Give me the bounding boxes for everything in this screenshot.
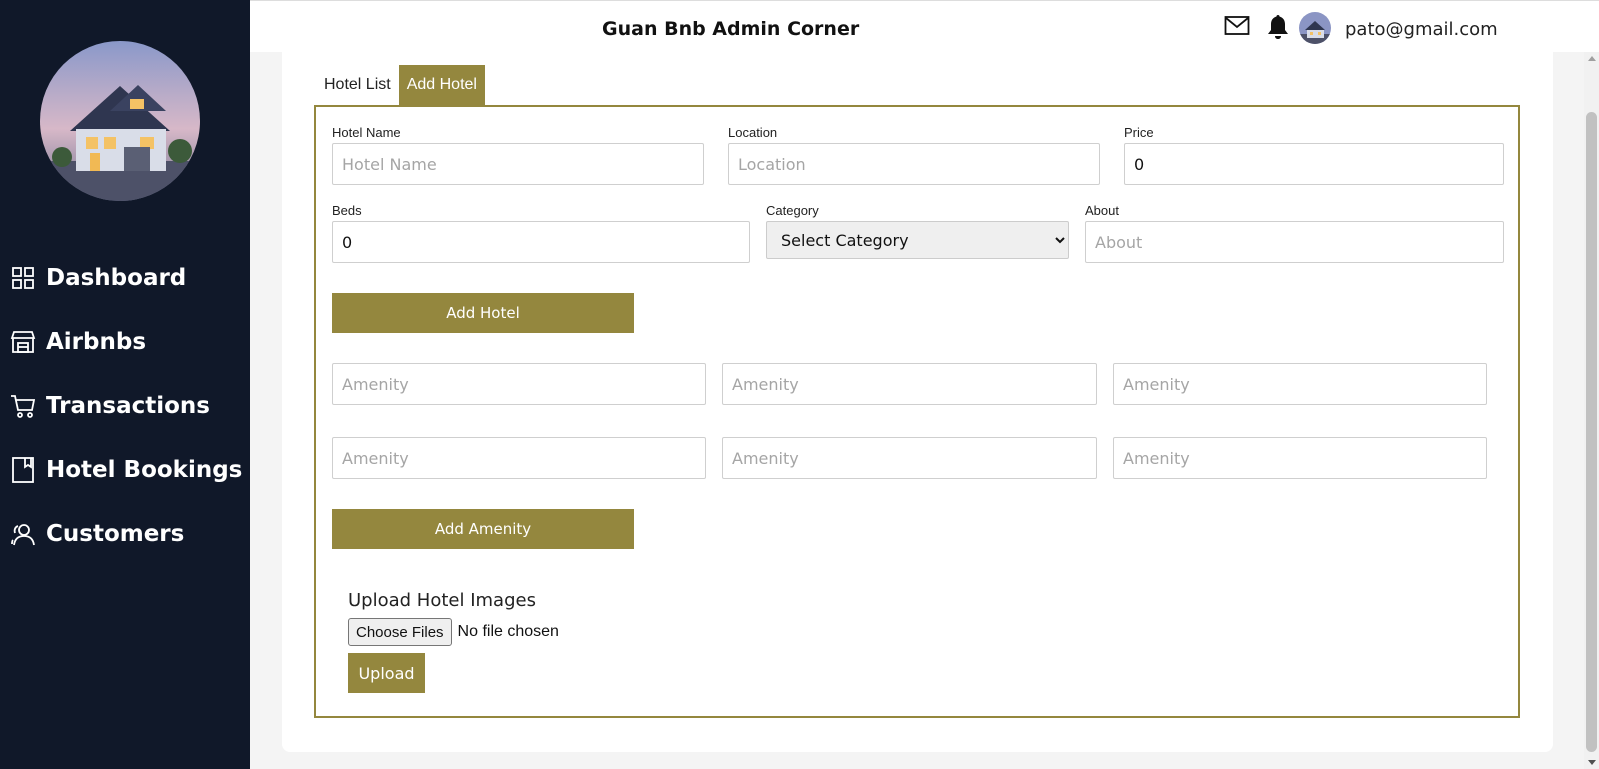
category-label: Category bbox=[766, 203, 819, 218]
sidebar-item-hotel-bookings[interactable]: Hotel Bookings bbox=[0, 438, 250, 502]
location-field: Location bbox=[728, 125, 1100, 185]
hotel-name-label: Hotel Name bbox=[332, 125, 401, 140]
sidebar-item-customers[interactable]: Customers bbox=[0, 502, 250, 566]
main-panel: Hotel List Add Hotel Hotel Name Location… bbox=[282, 52, 1553, 752]
location-label: Location bbox=[728, 125, 778, 140]
amenity-input[interactable] bbox=[1113, 363, 1487, 405]
tab-bar: Hotel List Add Hotel bbox=[316, 65, 485, 105]
add-amenity-button[interactable]: Add Amenity bbox=[332, 509, 634, 549]
file-picker: Choose Files No file chosen bbox=[348, 618, 559, 646]
sidebar-item-transactions[interactable]: Transactions bbox=[0, 374, 250, 438]
user-email[interactable]: pato@gmail.com bbox=[1345, 19, 1498, 40]
cart-icon bbox=[10, 393, 36, 419]
upload-button[interactable]: Upload bbox=[348, 653, 425, 693]
beds-label: Beds bbox=[332, 203, 362, 218]
sidebar-item-dashboard[interactable]: Dashboard bbox=[0, 246, 250, 310]
amenity-input[interactable] bbox=[332, 437, 706, 479]
tab-add-hotel[interactable]: Add Hotel bbox=[398, 65, 485, 105]
amenity-input[interactable] bbox=[722, 363, 1097, 405]
about-label: About bbox=[1085, 203, 1119, 218]
beds-field: Beds bbox=[332, 203, 750, 263]
sidebar-item-label: Customers bbox=[46, 521, 185, 547]
tab-hotel-list[interactable]: Hotel List bbox=[316, 65, 399, 105]
scroll-down-arrow[interactable] bbox=[1588, 760, 1596, 765]
file-status-text: No file chosen bbox=[457, 623, 559, 640]
about-field: About bbox=[1085, 203, 1504, 263]
store-icon bbox=[10, 329, 36, 355]
price-input[interactable] bbox=[1124, 143, 1504, 185]
avatar[interactable] bbox=[1299, 12, 1331, 44]
top-header: Guan Bnb Admin Corner pato@gmail.com bbox=[250, 0, 1599, 52]
scroll-up-arrow[interactable] bbox=[1588, 56, 1596, 61]
sidebar-item-label: Transactions bbox=[46, 393, 210, 419]
add-hotel-form: Hotel Name Location Price Beds Category … bbox=[314, 105, 1520, 718]
category-select[interactable]: Select Category bbox=[766, 221, 1069, 259]
about-input[interactable] bbox=[1085, 221, 1504, 263]
amenity-input[interactable] bbox=[332, 363, 706, 405]
sidebar-item-label: Dashboard bbox=[46, 265, 187, 291]
sidebar: Dashboard Airbnbs Transactions Hotel Boo… bbox=[0, 0, 250, 769]
location-input[interactable] bbox=[728, 143, 1100, 185]
mail-icon[interactable] bbox=[1224, 15, 1250, 41]
users-icon bbox=[10, 521, 36, 547]
page-title: Guan Bnb Admin Corner bbox=[602, 18, 860, 40]
amenity-input[interactable] bbox=[1113, 437, 1487, 479]
hotel-name-field: Hotel Name bbox=[332, 125, 704, 185]
beds-input[interactable] bbox=[332, 221, 750, 263]
price-label: Price bbox=[1124, 125, 1154, 140]
amenity-input[interactable] bbox=[722, 437, 1097, 479]
scroll-thumb[interactable] bbox=[1586, 112, 1597, 752]
book-icon bbox=[10, 457, 36, 483]
add-hotel-button[interactable]: Add Hotel bbox=[332, 293, 634, 333]
house-logo bbox=[40, 41, 200, 201]
grid-icon bbox=[10, 265, 36, 291]
hotel-name-input[interactable] bbox=[332, 143, 704, 185]
bell-icon[interactable] bbox=[1267, 14, 1289, 44]
sidebar-item-label: Airbnbs bbox=[46, 329, 147, 355]
upload-section-title: Upload Hotel Images bbox=[348, 590, 536, 611]
sidebar-nav: Dashboard Airbnbs Transactions Hotel Boo… bbox=[0, 246, 250, 566]
choose-files-button[interactable]: Choose Files bbox=[348, 618, 452, 646]
category-field: Category Select Category bbox=[766, 203, 1069, 259]
sidebar-item-airbnbs[interactable]: Airbnbs bbox=[0, 310, 250, 374]
price-field: Price bbox=[1124, 125, 1504, 185]
sidebar-item-label: Hotel Bookings bbox=[46, 457, 243, 483]
page-scrollbar[interactable] bbox=[1584, 52, 1599, 769]
